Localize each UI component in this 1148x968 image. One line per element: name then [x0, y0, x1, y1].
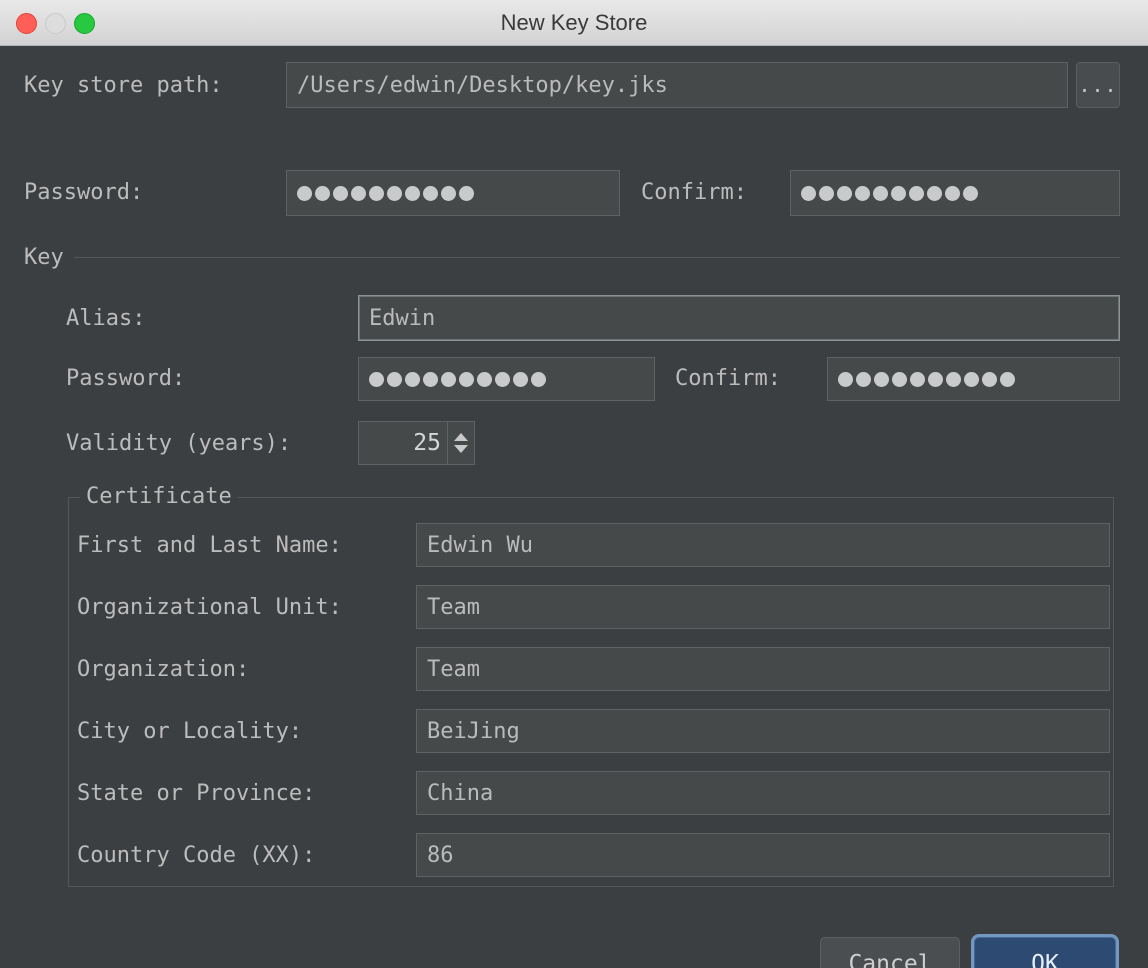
certificate-field-input[interactable]: Team — [416, 585, 1110, 629]
key-confirm-input[interactable] — [827, 357, 1120, 401]
password-dot — [982, 371, 997, 387]
ok-button[interactable]: OK — [974, 937, 1116, 968]
password-dot — [333, 185, 348, 201]
password-dot — [297, 185, 312, 201]
password-dot — [856, 371, 871, 387]
keystore-password-input[interactable] — [286, 170, 620, 216]
password-dot — [495, 371, 510, 387]
chevron-up-icon[interactable] — [454, 433, 468, 441]
certificate-field-input[interactable]: China — [416, 771, 1110, 815]
browse-button[interactable]: ... — [1076, 62, 1120, 108]
alias-input[interactable]: Edwin — [358, 295, 1120, 341]
password-dot — [819, 185, 834, 201]
certificate-legend: Certificate — [80, 484, 238, 509]
keystore-confirm-label: Confirm: — [641, 180, 747, 205]
password-dot — [927, 185, 942, 201]
key-section-divider — [73, 257, 1120, 258]
password-dot — [964, 371, 979, 387]
certificate-field-input[interactable]: BeiJing — [416, 709, 1110, 753]
key-confirm-label: Confirm: — [675, 366, 781, 391]
password-dot — [801, 185, 816, 201]
validity-stepper[interactable]: 25 — [358, 421, 475, 465]
validity-label: Validity (years): — [66, 431, 292, 456]
password-dot — [892, 371, 907, 387]
cancel-button[interactable]: Cancel — [820, 937, 960, 968]
confirm-dots — [801, 185, 978, 201]
keystore-password-label: Password: — [24, 180, 144, 205]
dialog-body: Key store path: /Users/edwin/Desktop/key… — [0, 46, 1148, 968]
password-dot — [423, 185, 438, 201]
certificate-field-input[interactable]: Team — [416, 647, 1110, 691]
password-dot — [891, 185, 906, 201]
password-dot — [315, 185, 330, 201]
certificate-field-label: Organizational Unit: — [77, 595, 342, 620]
password-dot — [459, 185, 474, 201]
password-dot — [405, 185, 420, 201]
password-dot — [513, 371, 528, 387]
password-dot — [837, 185, 852, 201]
password-dot — [441, 371, 456, 387]
certificate-field-input[interactable]: 86 — [416, 833, 1110, 877]
password-dot — [387, 185, 402, 201]
keystore-confirm-input[interactable] — [790, 170, 1120, 216]
validity-value[interactable]: 25 — [359, 422, 447, 464]
chevron-down-icon[interactable] — [454, 445, 468, 453]
password-dot — [531, 371, 546, 387]
certificate-field-label: State or Province: — [77, 781, 316, 806]
key-section-header: Key — [24, 245, 1120, 270]
password-dot — [838, 371, 853, 387]
password-dot — [1000, 371, 1015, 387]
keystore-path-input[interactable]: /Users/edwin/Desktop/key.jks — [286, 62, 1068, 108]
password-dot — [405, 371, 420, 387]
password-dot — [909, 185, 924, 201]
password-dot — [351, 185, 366, 201]
password-dots — [297, 185, 474, 201]
password-dot — [855, 185, 870, 201]
password-dot — [387, 371, 402, 387]
password-dot — [963, 185, 978, 201]
password-dot — [945, 185, 960, 201]
window-title: New Key Store — [500, 10, 648, 35]
key-confirm-dots — [838, 371, 1015, 387]
key-password-dots — [369, 371, 546, 387]
password-dot — [441, 185, 456, 201]
password-dot — [423, 371, 438, 387]
certificate-field-label: Country Code (XX): — [77, 843, 316, 868]
key-password-input[interactable] — [358, 357, 655, 401]
certificate-field-label: Organization: — [77, 657, 250, 682]
password-dot — [477, 371, 492, 387]
alias-label: Alias: — [66, 306, 146, 331]
password-dot — [873, 185, 888, 201]
password-dot — [369, 371, 384, 387]
password-dot — [928, 371, 943, 387]
password-dot — [910, 371, 925, 387]
keystore-path-label: Key store path: — [24, 73, 223, 98]
key-password-label: Password: — [66, 366, 186, 391]
title-bar: New Key Store — [0, 0, 1148, 46]
password-dot — [459, 371, 474, 387]
key-section-title: Key — [24, 245, 64, 270]
certificate-field-input[interactable]: Edwin Wu — [416, 523, 1110, 567]
password-dot — [874, 371, 889, 387]
new-key-store-dialog: New Key Store Key store path: /Users/edw… — [0, 0, 1148, 968]
password-dot — [946, 371, 961, 387]
certificate-field-label: First and Last Name: — [77, 533, 342, 558]
certificate-field-label: City or Locality: — [77, 719, 303, 744]
stepper-arrows[interactable] — [447, 422, 474, 464]
password-dot — [369, 185, 384, 201]
